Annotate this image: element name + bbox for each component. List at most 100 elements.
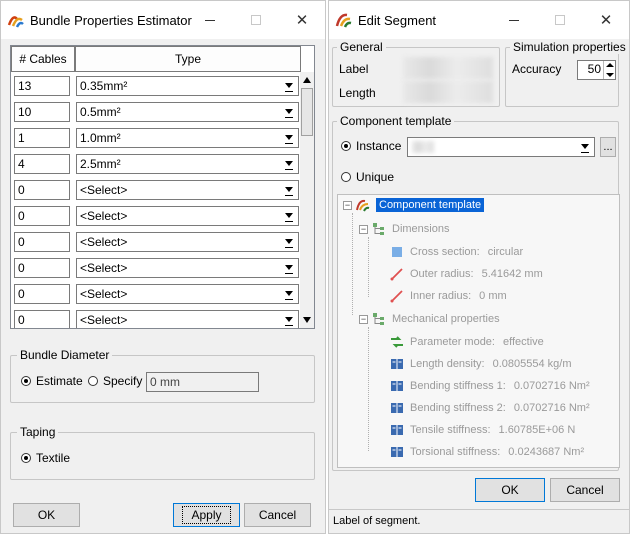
template-tree[interactable]: − Component template − Dimensions Cross … [337, 194, 620, 468]
chevron-down-icon[interactable] [282, 157, 296, 171]
tree-leaf-inner-radius[interactable]: Inner radius: 0 mm [390, 289, 507, 303]
chevron-down-icon[interactable] [282, 287, 296, 301]
ok-button[interactable]: OK [475, 478, 545, 502]
tree-leaf-cross-section[interactable]: Cross section: circular [390, 245, 523, 259]
scroll-up-icon[interactable] [302, 74, 312, 86]
chevron-down-icon[interactable] [282, 131, 296, 145]
radio-selected-icon[interactable] [341, 141, 351, 151]
tree-leaf-tensile-stiffness[interactable]: Tensile stiffness: 1.60785E+06 N [390, 423, 575, 437]
cable-type-select[interactable]: <Select> [76, 258, 299, 278]
cable-count-input[interactable]: 0 [14, 310, 70, 328]
cable-type-select[interactable]: <Select> [76, 284, 299, 304]
chevron-down-icon[interactable] [282, 209, 296, 223]
book-icon [391, 359, 403, 369]
cable-count-input[interactable]: 0 [14, 232, 70, 252]
chevron-up-icon[interactable] [606, 63, 614, 67]
minimize-button[interactable] [491, 1, 537, 39]
cable-type-select[interactable]: <Select> [76, 310, 299, 328]
diameter-field[interactable]: 0 mm [146, 372, 259, 392]
tree-leaf-label: Outer radius: [410, 268, 474, 280]
cancel-button[interactable]: Cancel [244, 503, 311, 527]
chevron-down-icon[interactable] [282, 235, 296, 249]
tree-leaf-length-density[interactable]: Length density: 0.0805554 kg/m [390, 357, 572, 371]
specify-radio[interactable]: Specify [88, 374, 142, 388]
cable-count-input[interactable]: 0 [14, 206, 70, 226]
grid-header: # Cables Type [11, 46, 301, 72]
cable-type-select[interactable]: 1.0mm² [76, 128, 299, 148]
cable-type-select[interactable]: <Select> [76, 232, 299, 252]
cable-count-input[interactable]: 1 [14, 128, 70, 148]
length-input[interactable] [403, 81, 493, 103]
cable-type-select[interactable]: 0.35mm² [76, 76, 299, 96]
radius-icon [390, 268, 403, 281]
cable-type-select[interactable]: 0.5mm² [76, 102, 299, 122]
tree-root[interactable]: Component template [356, 198, 485, 212]
book-icon [391, 381, 403, 391]
cable-type-value: <Select> [80, 183, 128, 197]
grid-scrollbar[interactable] [300, 72, 314, 328]
accuracy-value: 50 [587, 62, 601, 76]
radio-unselected-icon[interactable] [88, 376, 98, 386]
chevron-down-icon[interactable] [282, 261, 296, 275]
collapse-icon[interactable]: − [359, 315, 368, 324]
collapse-icon[interactable]: − [343, 201, 352, 210]
column-header-type[interactable]: Type [75, 46, 301, 72]
tree-leaf-outer-radius[interactable]: Outer radius: 5.41642 mm [390, 267, 543, 281]
tree-leaf-value: 1.60785E+06 N [498, 424, 576, 436]
cable-type-value: 0.5mm² [80, 105, 121, 119]
stepper-arrows[interactable] [603, 61, 615, 79]
tree-leaf-bending-stiffness-1[interactable]: Bending stiffness 1: 0.0702716 Nm² [390, 379, 590, 393]
instance-select[interactable] [407, 137, 595, 157]
tree-node-dimensions[interactable]: Dimensions [372, 222, 449, 236]
cable-count-input[interactable]: 13 [14, 76, 70, 96]
scrollbar-thumb[interactable] [301, 88, 313, 136]
title-bar[interactable]: Edit Segment ✕ [329, 1, 629, 39]
cable-count-input[interactable]: 0 [14, 258, 70, 278]
browse-button[interactable]: ... [600, 137, 616, 157]
chevron-down-icon[interactable] [282, 105, 296, 119]
cable-type-select[interactable]: 2.5mm² [76, 154, 299, 174]
cable-type-select[interactable]: <Select> [76, 206, 299, 226]
radio-unselected-icon[interactable] [341, 172, 351, 182]
radio-selected-icon[interactable] [21, 453, 31, 463]
folder-tree-icon [373, 223, 384, 235]
tree-leaf-parameter-mode[interactable]: Parameter mode: effective [390, 335, 544, 349]
ok-button[interactable]: OK [13, 503, 80, 527]
minimize-button[interactable] [187, 1, 233, 39]
tree-node-mechanical[interactable]: Mechanical properties [372, 312, 500, 326]
chevron-down-icon[interactable] [282, 183, 296, 197]
tree-line [368, 327, 369, 451]
tree-leaf-bending-stiffness-2[interactable]: Bending stiffness 2: 0.0702716 Nm² [390, 401, 590, 415]
cable-type-select[interactable]: <Select> [76, 180, 299, 200]
textile-radio[interactable]: Textile [21, 451, 70, 465]
chevron-down-icon[interactable] [606, 73, 614, 77]
cancel-button[interactable]: Cancel [550, 478, 620, 502]
chevron-down-icon[interactable] [282, 313, 296, 327]
estimate-radio[interactable]: Estimate [21, 374, 83, 388]
scroll-down-icon[interactable] [302, 314, 312, 326]
close-button[interactable]: ✕ [279, 1, 325, 39]
tree-leaf-torsional-stiffness[interactable]: Torsional stiffness: 0.0243687 Nm² [390, 445, 584, 459]
cable-count-input[interactable]: 0 [14, 180, 70, 200]
close-button[interactable]: ✕ [583, 1, 629, 39]
collapse-icon[interactable]: − [359, 225, 368, 234]
title-bar[interactable]: Bundle Properties Estimator ✕ [1, 1, 325, 39]
maximize-icon [555, 15, 565, 25]
cable-count-input[interactable]: 0 [14, 284, 70, 304]
cable-count-input[interactable]: 10 [14, 102, 70, 122]
chevron-down-icon[interactable] [282, 79, 296, 93]
label-input[interactable] [403, 57, 493, 79]
unique-radio[interactable]: Unique [341, 170, 394, 184]
bundle-properties-window: Bundle Properties Estimator ✕ # Cables T… [0, 0, 326, 534]
chevron-down-icon[interactable] [578, 140, 592, 154]
instance-radio[interactable]: Instance [341, 139, 401, 153]
column-header-cables[interactable]: # Cables [11, 46, 75, 72]
cable-count-input[interactable]: 4 [14, 154, 70, 174]
tree-root-label: Component template [376, 198, 485, 212]
radio-selected-icon[interactable] [21, 376, 31, 386]
apply-button[interactable]: Apply [173, 503, 240, 527]
square-icon [392, 247, 402, 257]
close-icon: ✕ [295, 12, 309, 29]
tree-node-label: Mechanical properties [392, 313, 500, 325]
accuracy-stepper[interactable]: 50 [577, 60, 616, 80]
